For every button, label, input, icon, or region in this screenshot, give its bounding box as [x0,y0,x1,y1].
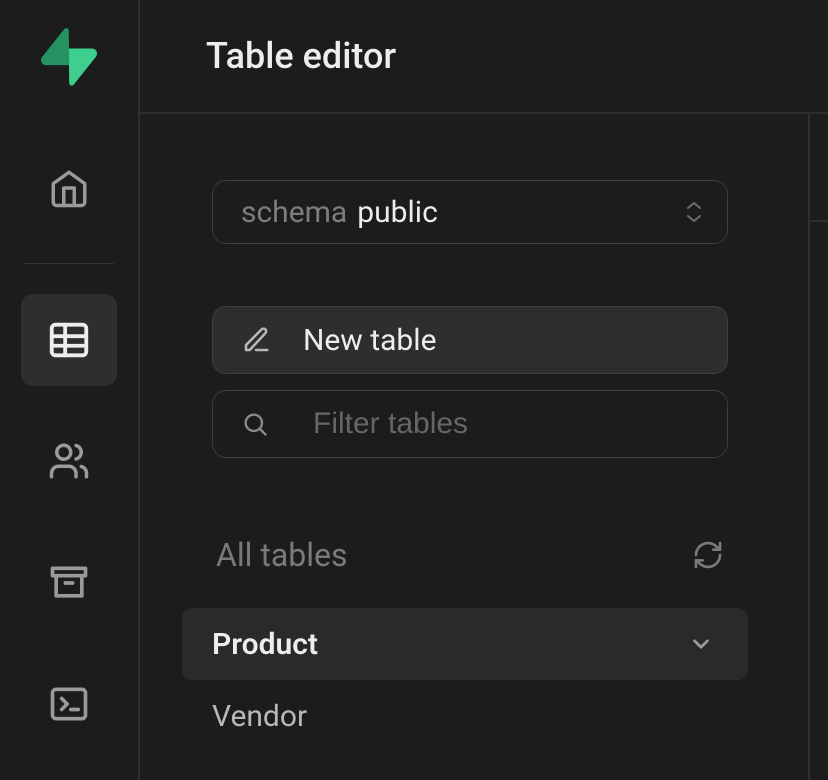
panel-header: Table editor [140,0,828,114]
table-item-vendor[interactable]: Vendor [182,680,748,752]
nav-table-editor[interactable] [21,294,117,385]
nav-auth[interactable] [21,416,117,507]
nav-sql[interactable] [21,659,117,750]
edit-icon [241,325,271,355]
nav-rail [0,0,140,780]
tables-list-title: All tables [216,536,347,574]
schema-select[interactable]: schema public [212,180,728,244]
page-title: Table editor [206,35,396,77]
refresh-button[interactable] [692,539,724,571]
table-item-product[interactable]: Product [182,608,748,680]
table-icon [46,317,92,363]
filter-tables-input[interactable] [212,390,728,458]
archive-icon [47,561,91,605]
terminal-icon [47,682,91,726]
nav-storage[interactable] [21,537,117,628]
schema-value: public [357,195,685,230]
schema-label: schema [241,195,347,230]
chevron-down-icon [688,631,714,657]
tables-list: Product Vendor [182,608,748,752]
search-icon [241,410,269,438]
filter-tables-field[interactable] [313,407,699,441]
refresh-icon [692,539,724,571]
nav-divider [24,263,114,264]
right-pane-sliver [808,114,828,780]
new-table-button[interactable]: New table [212,306,728,374]
supabase-logo-icon [40,28,98,86]
new-table-label: New table [303,323,436,358]
table-name: Product [212,627,318,662]
table-editor-panel: Table editor schema public New table [140,0,828,780]
table-name: Vendor [212,699,307,734]
users-icon [48,440,90,482]
chevrons-up-down-icon [685,201,703,223]
nav-home[interactable] [21,142,117,233]
home-icon [48,167,90,209]
logo [40,28,98,86]
tables-list-header: All tables [212,536,728,574]
